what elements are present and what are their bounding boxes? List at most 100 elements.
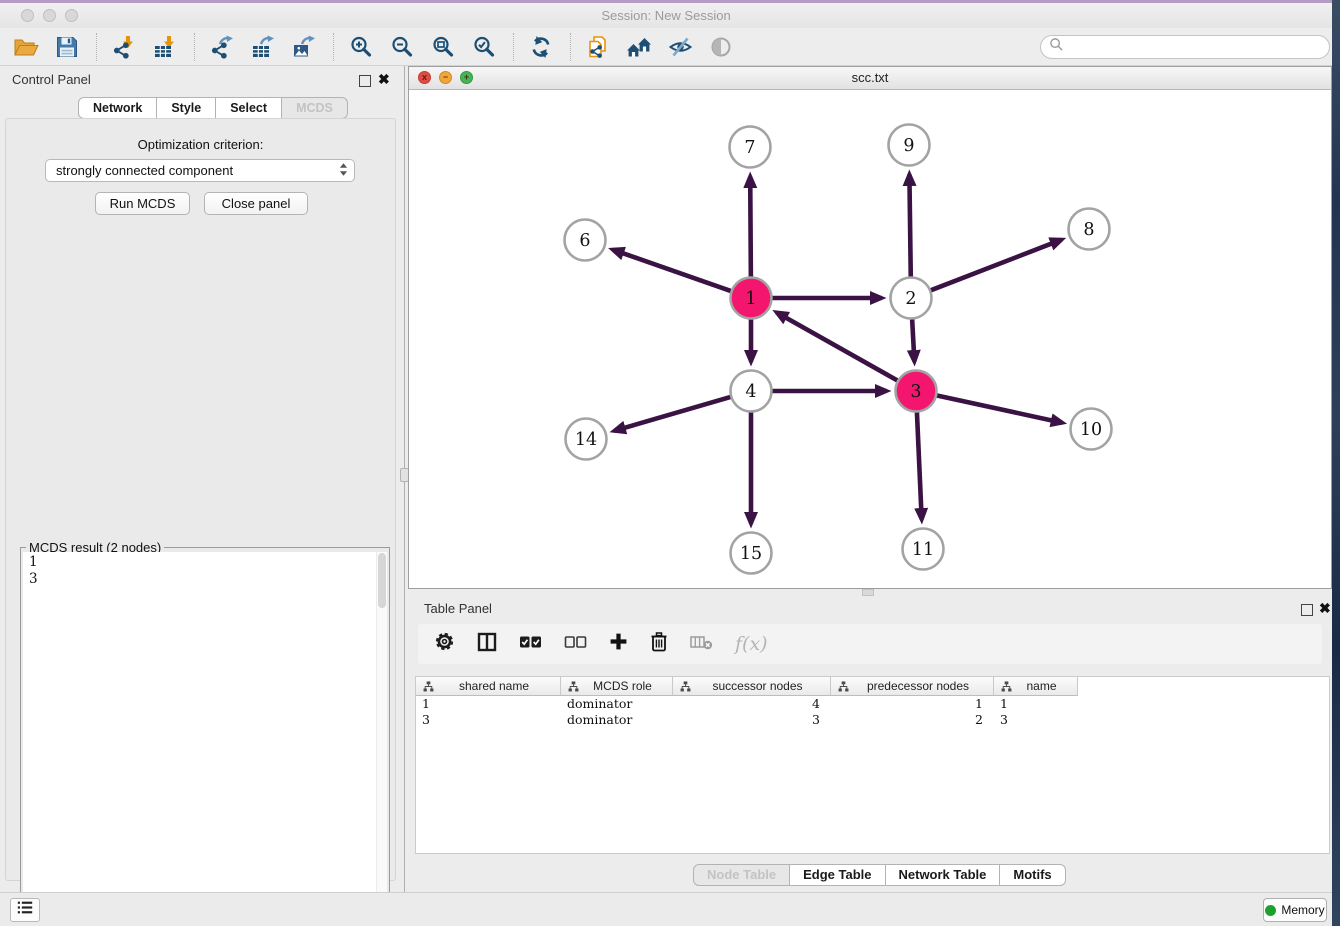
frame-close-icon[interactable]: x: [418, 71, 431, 84]
network-graph-canvas[interactable]: 7 9 6 8 1 2 4 3 14 10 15 11: [409, 89, 1331, 588]
graph-node-14[interactable]: 14: [566, 419, 607, 460]
result-scrollbar[interactable]: [376, 552, 387, 925]
graph-node-7[interactable]: 7: [730, 127, 771, 168]
graph-edge-1-6[interactable]: [613, 250, 734, 292]
graph-edge-2-3[interactable]: [912, 317, 914, 362]
table-panel-float-icon[interactable]: [1301, 603, 1313, 621]
search-box[interactable]: [1040, 35, 1330, 59]
window-minimize-button[interactable]: [43, 9, 56, 22]
graph-node-8[interactable]: 8: [1069, 209, 1110, 250]
zoom-fit-button[interactable]: [427, 32, 459, 62]
window-close-button[interactable]: [21, 9, 34, 22]
graph-edge-1-7[interactable]: [750, 177, 751, 280]
column-header-MCDS-role[interactable]: MCDS role: [561, 677, 673, 696]
add-row-button[interactable]: [609, 632, 628, 656]
network-overview-button[interactable]: [623, 32, 655, 62]
frame-zoom-icon[interactable]: +: [460, 71, 473, 84]
clone-network-button[interactable]: [582, 32, 614, 62]
horizontal-splitter-handle[interactable]: [862, 589, 874, 596]
task-history-button[interactable]: [10, 898, 40, 922]
graph-node-2[interactable]: 2: [891, 278, 932, 319]
search-input[interactable]: [1069, 39, 1321, 55]
show-all-icon: [709, 35, 733, 59]
graph-node-1[interactable]: 1: [731, 278, 772, 319]
zoom-in-button[interactable]: [345, 32, 377, 62]
control-panel-close-icon[interactable]: ✖: [378, 71, 390, 88]
node-table[interactable]: shared nameMCDS rolesuccessor nodesprede…: [415, 676, 1330, 854]
export-image-icon: [292, 35, 316, 59]
cell-predecessor-nodes: 1: [831, 696, 994, 712]
graph-node-15[interactable]: 15: [731, 533, 772, 574]
import-network-button[interactable]: [108, 32, 140, 62]
columns-button[interactable]: [477, 632, 497, 657]
tab-edge-table[interactable]: Edge Table: [790, 864, 885, 886]
tab-network[interactable]: Network: [78, 97, 157, 119]
run-mcds-button[interactable]: Run MCDS: [95, 192, 190, 215]
export-image-button[interactable]: [288, 32, 320, 62]
control-panel-float-icon[interactable]: [359, 74, 371, 92]
graph-node-9[interactable]: 9: [889, 125, 930, 166]
toolbar-separator: [333, 33, 335, 61]
hide-selection-button[interactable]: [664, 32, 696, 62]
memory-label: Memory: [1281, 903, 1324, 917]
import-table-button[interactable]: [149, 32, 181, 62]
tab-style[interactable]: Style: [157, 97, 216, 119]
import-network-icon: [112, 35, 136, 59]
graph-edge-4-14[interactable]: [614, 396, 733, 431]
clear-selection-button[interactable]: [564, 635, 587, 654]
network-overview-icon: [626, 35, 653, 59]
network-frame-titlebar[interactable]: x − + scc.txt: [409, 67, 1331, 90]
frame-minimize-icon[interactable]: −: [439, 71, 452, 84]
column-header-successor-nodes[interactable]: successor nodes: [673, 677, 831, 696]
close-panel-button[interactable]: Close panel: [204, 192, 308, 215]
graph-node-6[interactable]: 6: [565, 220, 606, 261]
column-header-predecessor-nodes[interactable]: predecessor nodes: [831, 677, 994, 696]
graph-edge-2-9[interactable]: [909, 175, 910, 280]
table-panel-close-icon[interactable]: ✖: [1319, 600, 1331, 617]
window-zoom-button[interactable]: [65, 9, 78, 22]
graph-edge-3-11[interactable]: [917, 410, 922, 520]
columns-icon: [477, 632, 497, 657]
shared-column-icon: [838, 681, 849, 692]
function-builder-icon: f(x): [735, 633, 768, 655]
tab-select[interactable]: Select: [216, 97, 282, 119]
tab-mcds[interactable]: MCDS: [282, 97, 348, 119]
graph-edge-3-10[interactable]: [934, 395, 1062, 423]
column-header-shared-name[interactable]: shared name: [416, 677, 561, 696]
zoom-out-button[interactable]: [386, 32, 418, 62]
memory-button[interactable]: Memory: [1263, 898, 1327, 922]
save-icon: [55, 35, 79, 59]
select-all-button[interactable]: [519, 635, 542, 654]
delete-row-icon: [650, 631, 668, 657]
graph-node-4[interactable]: 4: [731, 371, 772, 412]
tab-motifs[interactable]: Motifs: [1000, 864, 1065, 886]
tab-node-table[interactable]: Node Table: [693, 864, 790, 886]
open-folder-button[interactable]: [10, 32, 42, 62]
graph-edge-2-8[interactable]: [928, 240, 1061, 292]
refresh-layout-button[interactable]: [525, 32, 557, 62]
toolbar-separator: [570, 33, 572, 61]
app-title: Session: New Session: [0, 3, 1332, 28]
column-header-name[interactable]: name: [994, 677, 1078, 696]
zoom-selected-icon: [472, 35, 496, 59]
graph-node-11[interactable]: 11: [903, 529, 944, 570]
show-all-button: [705, 32, 737, 62]
graph-node-3[interactable]: 3: [896, 371, 937, 412]
app-titlebar[interactable]: Session: New Session: [0, 3, 1332, 28]
mcds-result-list[interactable]: 13: [23, 552, 387, 925]
table-row[interactable]: 3dominator323: [416, 712, 1329, 728]
criterion-select[interactable]: strongly connected component: [45, 159, 355, 182]
table-row[interactable]: 1dominator411: [416, 696, 1329, 712]
table-panel: Table Panel ✖ f(x) shared nameMCDS roles…: [408, 596, 1332, 892]
save-button[interactable]: [51, 32, 83, 62]
export-table-icon: [251, 35, 275, 59]
gear-button[interactable]: [434, 631, 455, 657]
graph-edge-3-1[interactable]: [777, 313, 900, 382]
graph-node-10[interactable]: 10: [1071, 409, 1112, 450]
export-table-button[interactable]: [247, 32, 279, 62]
zoom-selected-button[interactable]: [468, 32, 500, 62]
export-network-button[interactable]: [206, 32, 238, 62]
tab-network-table[interactable]: Network Table: [886, 864, 1001, 886]
function-builder-button: f(x): [735, 633, 768, 655]
delete-row-button[interactable]: [650, 631, 668, 657]
